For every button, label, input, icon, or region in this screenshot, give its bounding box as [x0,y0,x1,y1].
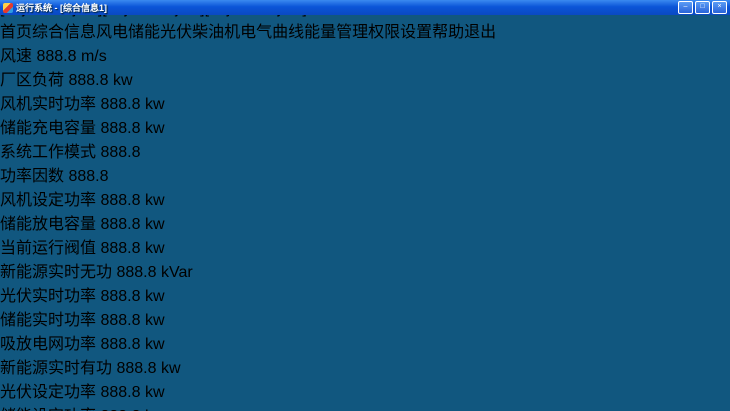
nav-tab[interactable]: 退出 [464,24,496,41]
metric-label: 储能实时功率 [0,312,96,329]
metric-label: 风机实时功率 [0,96,96,113]
metric-cell: 新能源实时无功 888.8 kVar [0,258,730,282]
metric-unit: m/s [81,48,107,65]
minimize-button[interactable]: – [678,1,693,14]
metric-unit: kw [145,216,165,233]
led-display: 888.8 [100,120,140,137]
metric-label: 系统工作模式 [0,144,96,161]
led-display: 888.8 [100,384,140,401]
led-display: 888.8 [68,168,108,185]
metric-cell: 光伏实时功率 888.8 kw [0,282,730,306]
metric-label: 功率因数 [0,168,64,185]
app-window: 运行系统 - [综合信息1] – □ × [object Object][obj… [0,0,730,411]
led-display: 888.8 [116,360,156,377]
metric-cell: 储能设定功率 888.8 kw [0,402,730,411]
nav-tab[interactable]: 曲线 [272,24,304,41]
nav-tab[interactable]: 首页 [0,24,32,41]
metric-cell: 系统工作模式 888.8 [0,138,730,162]
metric-label: 新能源实时有功 [0,360,112,377]
led-display: 888.8 [100,336,140,353]
app-icon [3,3,13,13]
nav-tabs: 首页综合信息风电储能光伏柴油机电气曲线能量管理权限设置帮助退出 [0,18,730,42]
metric-unit: kw [145,192,165,209]
metric-unit: kw [145,288,165,305]
metric-unit: kw [113,72,133,89]
nav-tab[interactable]: 风电 [96,24,128,41]
nav-tab[interactable]: 权限设置 [368,24,432,41]
close-button[interactable]: × [712,1,727,14]
metric-cell: 风速 888.8 m/s [0,42,730,66]
maximize-button[interactable]: □ [695,1,710,14]
metrics-panel: 风速 888.8 m/s 厂区负荷 888.8 kw 风机实时功率 888.8 … [0,42,730,411]
nav-tab[interactable]: 能量管理 [304,24,368,41]
nav-tab[interactable]: 综合信息 [32,24,96,41]
metric-cell: 储能放电容量 888.8 kw [0,210,730,234]
metric-cell: 功率因数 888.8 [0,162,730,186]
led-display: 888.8 [68,72,108,89]
led-display: 888.8 [100,144,140,161]
nav-tab[interactable]: 柴油机 [192,24,240,41]
nav-tab[interactable]: 帮助 [432,24,464,41]
metric-label: 储能放电容量 [0,216,96,233]
metric-label: 风速 [0,48,32,65]
led-display: 888.8 [100,216,140,233]
metric-cell: 当前运行阀值 888.8 kw [0,234,730,258]
metric-label: 风机设定功率 [0,192,96,209]
nav-tab[interactable]: 电气 [240,24,272,41]
metric-cell: 储能充电容量 888.8 kw [0,114,730,138]
metrics-grid: 风速 888.8 m/s 厂区负荷 888.8 kw 风机实时功率 888.8 … [0,42,730,411]
metric-cell: 吸放电网功率 888.8 kw [0,330,730,354]
metric-unit: kw [145,96,165,113]
metric-cell: 储能实时功率 888.8 kw [0,306,730,330]
metric-unit: kw [145,240,165,257]
led-display: 888.8 [100,240,140,257]
metric-unit: kw [145,120,165,137]
metric-label: 厂区负荷 [0,72,64,89]
metric-cell: 风机实时功率 888.8 kw [0,90,730,114]
metric-label: 光伏实时功率 [0,288,96,305]
metric-label: 新能源实时无功 [0,264,112,281]
metric-label: 储能充电容量 [0,120,96,137]
metric-cell: 新能源实时有功 888.8 kw [0,354,730,378]
metric-unit: kVar [161,264,193,281]
nav-tab[interactable]: 光伏 [160,24,192,41]
led-display: 888.8 [100,312,140,329]
led-display: 888.8 [116,264,156,281]
metric-label: 光伏设定功率 [0,384,96,401]
metric-unit: kw [145,384,165,401]
metric-unit: kw [161,360,181,377]
metric-cell: 厂区负荷 888.8 kw [0,66,730,90]
metric-label: 当前运行阀值 [0,240,96,257]
led-display: 888.8 [36,48,76,65]
led-display: 888.8 [100,192,140,209]
metric-cell: 风机设定功率 888.8 kw [0,186,730,210]
window-title: 运行系统 - [综合信息1] [16,1,675,14]
metric-cell: 光伏设定功率 888.8 kw [0,378,730,402]
led-display: 888.8 [100,288,140,305]
metric-label: 吸放电网功率 [0,336,96,353]
nav-tab[interactable]: 储能 [128,24,160,41]
led-display: 888.8 [100,96,140,113]
metric-unit: kw [145,312,165,329]
metric-unit: kw [145,336,165,353]
window-titlebar: 运行系统 - [综合信息1] – □ × [0,0,730,15]
